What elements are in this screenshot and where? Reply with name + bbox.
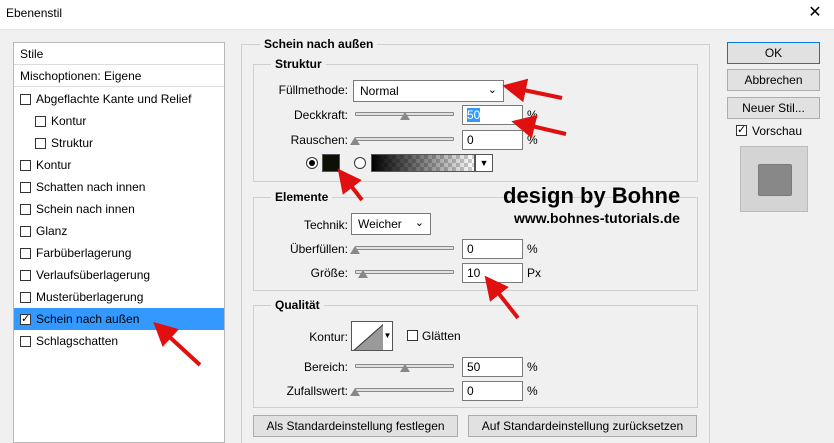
arrow-outer-glow [153, 321, 202, 367]
arrow-opacity [511, 115, 567, 139]
annotation-arrows [153, 78, 567, 367]
arrow-size [484, 275, 520, 320]
arrow-blend-mode [502, 78, 563, 103]
arrow-color-swatch [337, 168, 364, 202]
